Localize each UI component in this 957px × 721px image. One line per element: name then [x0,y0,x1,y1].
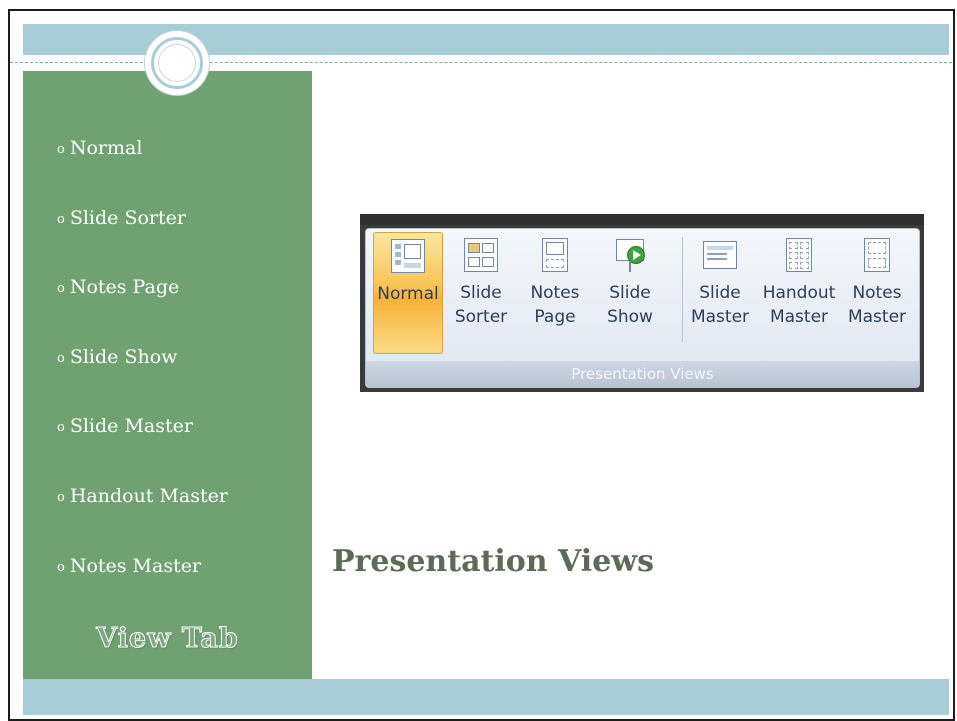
ribbon-button-label: Slide [699,283,741,303]
ribbon-button-label-2: Sorter [454,307,508,327]
ribbon-button-label: Normal [377,284,439,304]
list-item-notes-page: o Notes Page [57,276,228,346]
ribbon-button-label: Notes [530,283,580,303]
list-item-slide-sorter: o Slide Sorter [57,207,228,277]
slide-sorter-button[interactable]: Slide Sorter [449,232,513,354]
normal-view-icon [391,239,425,273]
handout-master-icon [782,238,816,272]
ribbon-button-label: Handout [762,283,836,303]
slide-title: Presentation Views [332,544,655,579]
bullet-icon: o [57,142,65,157]
list-item-label: Notes Master [69,554,202,577]
normal-view-button[interactable]: Normal [373,232,443,354]
list-item-normal: o Normal [57,137,228,207]
list-item-label: Notes Page [69,276,180,299]
bottom-band [23,679,949,715]
bullet-icon: o [57,559,65,575]
slide-sorter-icon [464,238,498,272]
ribbon-button-label-2: Show [607,307,653,327]
list-item-notes-master: o Notes Master [57,555,228,625]
list-item-label: Slide Master [69,415,193,438]
view-tab-label: View Tab [96,623,239,655]
handout-master-button[interactable]: Handout Master [759,232,839,354]
list-item-label: Normal [69,137,143,159]
ribbon-button-label: Slide [609,283,651,303]
ribbon-separator [682,237,683,342]
ribbon-group: Normal Slide Sorter Notes Page Slide Sho… [365,228,920,388]
notes-master-button[interactable]: Notes Master [844,232,910,354]
slide-frame: o Normal o Slide Sorter o Notes Page o S… [8,9,955,721]
decorative-circle-icon [145,31,209,95]
ribbon-group-label: Presentation Views [366,361,919,387]
bullet-icon: o [57,420,65,436]
list-item-label: Handout Master [69,484,228,507]
notes-page-button[interactable]: Notes Page [525,232,585,354]
ribbon-button-label-2: Master [769,307,829,327]
list-item-handout-master: o Handout Master [57,485,228,555]
ribbon-button-label-2: Page [534,307,576,327]
bullet-icon: o [57,489,65,505]
bullet-icon: o [57,281,65,297]
slide-master-button[interactable]: Slide Master [688,232,752,354]
notes-master-icon [860,238,894,272]
list-item-slide-master: o Slide Master [57,415,228,485]
list-item-label: Slide Sorter [69,206,186,229]
list-item-slide-show: o Slide Show [57,346,228,416]
notes-page-icon [538,238,572,272]
list-item-label: Slide Show [69,345,178,368]
ribbon-button-label: Slide [460,283,502,303]
slide-show-icon [613,238,647,272]
bullet-icon: o [57,350,65,366]
slide-master-icon [703,238,737,272]
view-list: o Normal o Slide Sorter o Notes Page o S… [57,137,228,624]
ribbon-button-label-2: Master [847,307,907,327]
slide-show-button[interactable]: Slide Show [600,232,660,354]
ribbon-button-label: Notes [852,283,902,303]
ribbon-button-label-2: Master [690,307,750,327]
bullet-icon: o [57,211,65,227]
ribbon-screenshot: Normal Slide Sorter Notes Page Slide Sho… [360,214,924,392]
ribbon-title-strip [360,214,924,225]
